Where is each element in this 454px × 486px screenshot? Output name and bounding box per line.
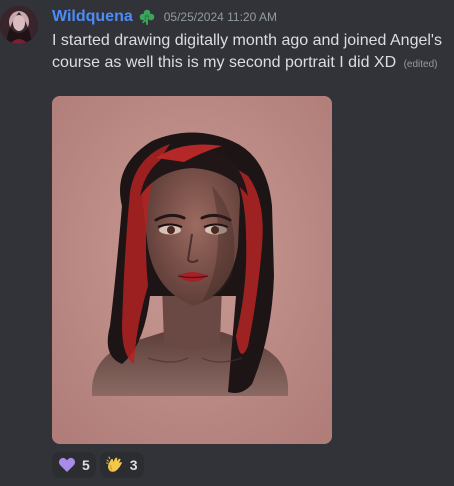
message-text: I started drawing digitally month ago an… [52, 32, 442, 71]
edited-label[interactable]: (edited) [404, 59, 438, 70]
reaction-count: 3 [129, 457, 138, 473]
chat-message: Wildquena 05/25/2024 11:20 AM I started … [0, 0, 454, 486]
image-attachment[interactable] [52, 96, 332, 444]
reaction-clapping-hands[interactable]: 3 [99, 452, 144, 478]
timestamp[interactable]: 05/25/2024 11:20 AM [164, 10, 277, 24]
user-avatar[interactable] [0, 6, 38, 44]
purple-heart-icon [58, 456, 76, 474]
portrait-artwork [52, 96, 332, 444]
message-header: Wildquena 05/25/2024 11:20 AM [52, 7, 277, 27]
avatar-image [0, 6, 38, 44]
reactions-bar: 5 3 [52, 452, 144, 478]
reaction-count: 5 [82, 457, 90, 473]
reaction-purple-heart[interactable]: 5 [52, 452, 96, 478]
clapping-hands-icon [105, 456, 124, 474]
green-leaf-icon[interactable] [138, 8, 156, 26]
username[interactable]: Wildquena [52, 8, 133, 26]
message-content: I started drawing digitally month ago an… [52, 30, 447, 76]
